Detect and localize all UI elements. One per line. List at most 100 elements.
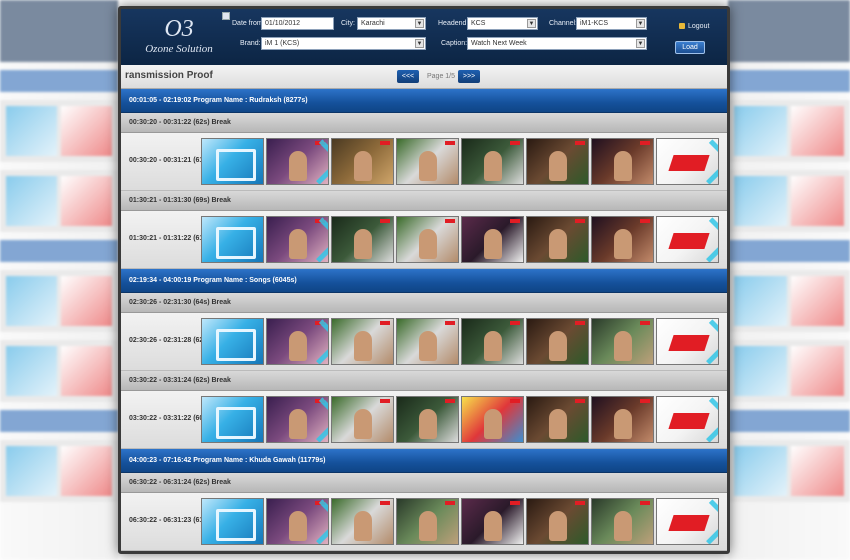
channel-bug-icon <box>575 501 585 505</box>
person-figure <box>614 331 632 361</box>
person-figure <box>354 511 372 541</box>
channel-bug-icon <box>640 141 650 145</box>
brand-value: iM 1 (KCS) <box>265 40 300 47</box>
break-header: 01:30:21 - 01:31:30 (69s) Break <box>121 191 727 211</box>
person-figure <box>354 409 372 439</box>
chevron-down-icon: ▼ <box>527 19 536 28</box>
page-title-bar: ransmission Proof <<< Page 1/5 >>> <box>121 65 727 89</box>
frame-thumbnail[interactable] <box>461 498 524 545</box>
chevron-right-icon <box>688 397 718 442</box>
frame-thumbnail[interactable] <box>201 498 264 545</box>
frame-thumbnail[interactable] <box>396 138 459 185</box>
channel-value: iM1-KCS <box>580 20 609 27</box>
shot-time: 06:30:22 - 06:31:23 (61s) <box>129 517 210 524</box>
frame-thumbnail[interactable] <box>266 138 329 185</box>
frame-thumbnail[interactable] <box>461 318 524 365</box>
frame-thumbnail[interactable] <box>591 498 654 545</box>
break-header: 06:30:22 - 06:31:24 (62s) Break <box>121 473 727 493</box>
frame-thumbnail[interactable] <box>331 498 394 545</box>
brand-select[interactable]: iM 1 (KCS) ▼ <box>261 37 426 50</box>
frame-thumbnail[interactable] <box>656 216 719 263</box>
date-from-input[interactable]: 01/10/2012 <box>261 17 334 30</box>
person-figure <box>484 409 502 439</box>
logout-link[interactable]: Logout <box>679 23 709 30</box>
screenshot-row: 02:30:26 - 02:31:28 (62s) <box>121 313 727 371</box>
frame-thumbnail[interactable] <box>396 318 459 365</box>
frame-thumbnail[interactable] <box>201 396 264 443</box>
transmission-list[interactable]: 00:01:05 - 02:19:02 Program Name : Rudra… <box>121 89 727 551</box>
headend-select[interactable]: KCS ▼ <box>467 17 538 30</box>
frame-thumbnail[interactable] <box>461 216 524 263</box>
person-figure <box>484 331 502 361</box>
channel-bug-icon <box>640 501 650 505</box>
frame-thumbnail[interactable] <box>591 318 654 365</box>
caption-label: Caption: <box>441 40 468 47</box>
calendar-icon[interactable] <box>222 12 230 20</box>
frame-thumbnail[interactable] <box>526 498 589 545</box>
channel-bug-icon <box>640 399 650 403</box>
chevron-right-icon <box>688 319 718 364</box>
channel-bug-icon <box>510 399 520 403</box>
program-header: 02:19:34 - 04:00:19 Program Name : Songs… <box>121 269 727 293</box>
channel-bug-icon <box>445 219 455 223</box>
page-info: Page 1/5 <box>427 73 456 80</box>
date-from-label: Date from: <box>232 20 265 27</box>
channel-bug-icon <box>380 141 390 145</box>
screenshot-row: 01:30:21 - 01:31:22 (61s) <box>121 211 727 269</box>
ozone-logo: O3 Ozone Solution <box>139 17 219 55</box>
frame-thumbnail[interactable] <box>591 138 654 185</box>
frame-thumbnail[interactable] <box>526 318 589 365</box>
person-figure <box>549 409 567 439</box>
frame-thumbnail[interactable] <box>656 396 719 443</box>
person-figure <box>354 151 372 181</box>
frame-thumbnail[interactable] <box>591 216 654 263</box>
frame-thumbnail[interactable] <box>266 318 329 365</box>
person-figure <box>549 151 567 181</box>
channel-bug-icon <box>445 501 455 505</box>
frame-thumbnail[interactable] <box>331 216 394 263</box>
frame-thumbnail[interactable] <box>591 396 654 443</box>
screenshot-row: 03:30:22 - 03:31:22 (60s) <box>121 391 727 449</box>
frame-thumbnail[interactable] <box>461 138 524 185</box>
frame-thumbnail[interactable] <box>526 138 589 185</box>
chevron-right-icon <box>688 217 718 262</box>
screenshot-row: 06:30:22 - 06:31:23 (61s) <box>121 493 727 551</box>
channel-bug-icon <box>380 399 390 403</box>
frame-thumbnail[interactable] <box>331 138 394 185</box>
frame-thumbnail[interactable] <box>201 138 264 185</box>
frame-thumbnail[interactable] <box>266 498 329 545</box>
caption-value: Watch Next Week <box>471 40 527 47</box>
shot-time: 00:30:20 - 00:31:21 (61s) <box>129 157 210 164</box>
channel-bug-icon <box>640 219 650 223</box>
caption-select[interactable]: Watch Next Week ▼ <box>467 37 647 50</box>
headend-label: Headend: <box>438 20 469 27</box>
frame-thumbnail[interactable] <box>266 396 329 443</box>
top-toolbar: O3 Ozone Solution Date from: 01/10/2012 … <box>121 9 727 65</box>
prev-page-button[interactable]: <<< <box>397 70 419 83</box>
channel-bug-icon <box>510 219 520 223</box>
frame-thumbnail[interactable] <box>396 216 459 263</box>
chevron-right-icon <box>688 499 718 544</box>
frame-thumbnail[interactable] <box>201 318 264 365</box>
logo-mark: O3 <box>164 16 194 42</box>
frame-thumbnail[interactable] <box>461 396 524 443</box>
frame-thumbnail[interactable] <box>656 138 719 185</box>
frame-thumbnail[interactable] <box>201 216 264 263</box>
frame-thumbnail[interactable] <box>656 318 719 365</box>
load-button[interactable]: Load <box>675 41 705 54</box>
frame-thumbnail[interactable] <box>396 396 459 443</box>
frame-thumbnail[interactable] <box>526 216 589 263</box>
chevron-down-icon: ▼ <box>415 19 424 28</box>
city-select[interactable]: Karachi ▼ <box>357 17 426 30</box>
frame-thumbnail[interactable] <box>656 498 719 545</box>
shot-time: 02:30:26 - 02:31:28 (62s) <box>129 337 210 344</box>
channel-select[interactable]: iM1-KCS ▼ <box>576 17 647 30</box>
left-reflection <box>0 0 118 560</box>
frame-thumbnail[interactable] <box>331 318 394 365</box>
frame-thumbnail[interactable] <box>331 396 394 443</box>
chevron-down-icon: ▼ <box>636 39 645 48</box>
frame-thumbnail[interactable] <box>266 216 329 263</box>
next-page-button[interactable]: >>> <box>458 70 480 83</box>
frame-thumbnail[interactable] <box>526 396 589 443</box>
frame-thumbnail[interactable] <box>396 498 459 545</box>
